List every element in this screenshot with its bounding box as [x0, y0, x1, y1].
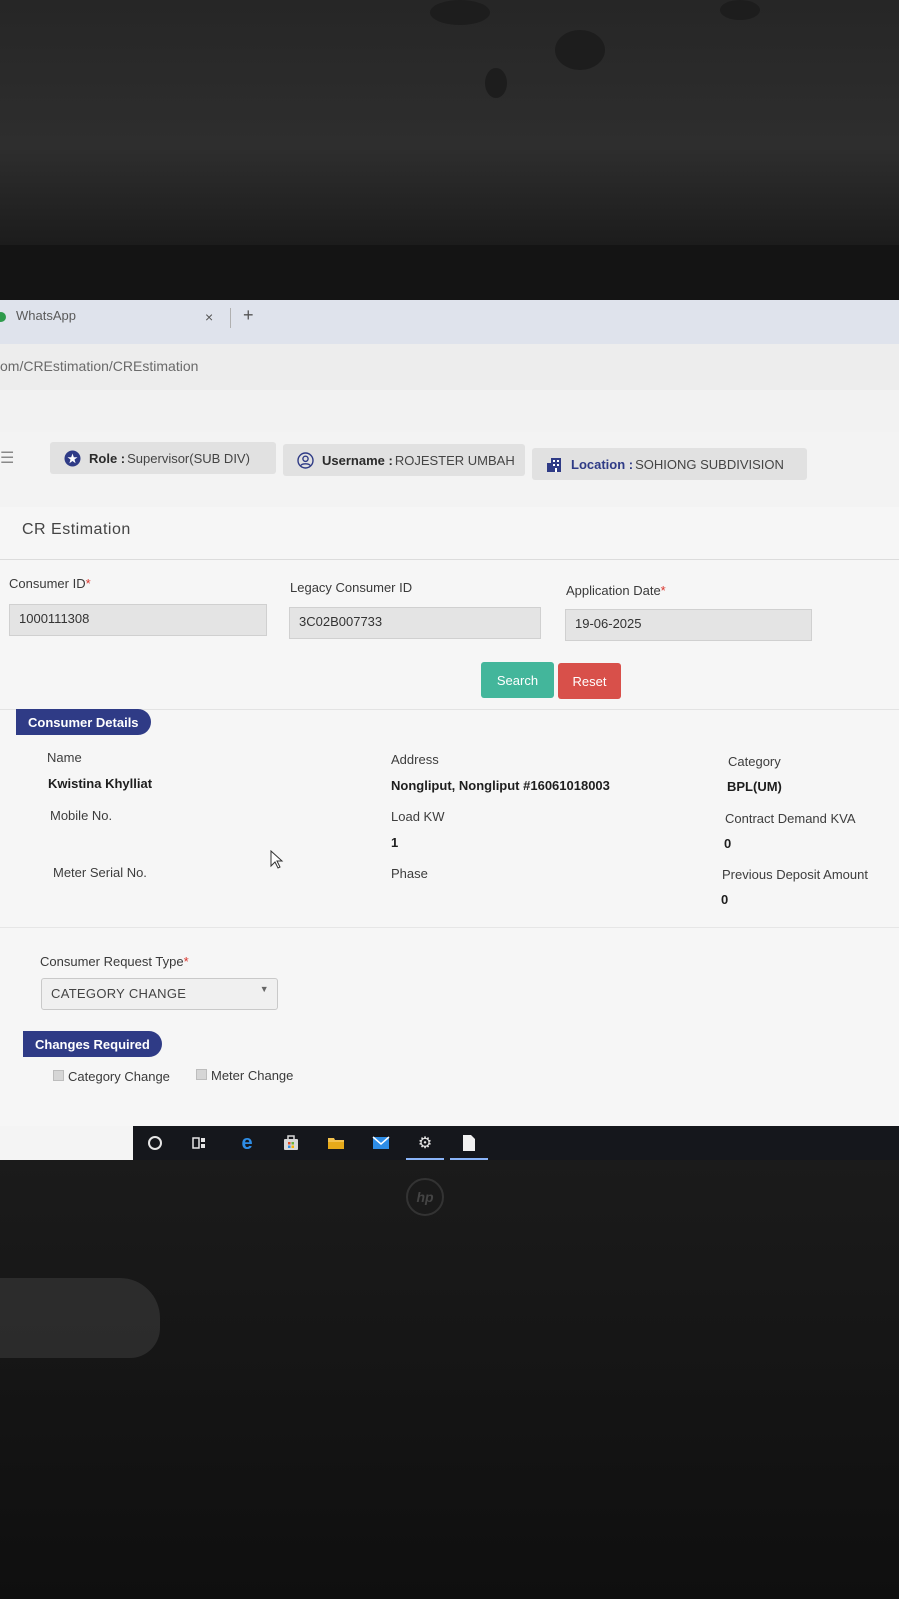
address-label: Address	[391, 752, 439, 767]
category-change-checkbox[interactable]	[53, 1070, 64, 1081]
new-tab-icon[interactable]: +	[243, 305, 254, 326]
consumer-details-heading: Consumer Details	[16, 709, 151, 735]
taskbar: e ⚙	[0, 1126, 899, 1160]
divider	[0, 559, 899, 560]
location-chip: Location : SOHIONG SUBDIVISION	[532, 448, 807, 480]
edge-browser-icon[interactable]: e	[234, 1130, 260, 1156]
consumer-id-label-text: Consumer ID	[9, 576, 86, 591]
request-type-value: CATEGORY CHANGE	[51, 986, 187, 1001]
monitor-bezel-top	[0, 245, 899, 300]
location-label: Location :	[571, 456, 634, 472]
meter-serial-label: Meter Serial No.	[53, 865, 147, 880]
whatsapp-icon	[0, 312, 6, 322]
username-label: Username :	[322, 452, 393, 468]
category-label: Category	[728, 754, 781, 769]
role-value: Supervisor(SUB DIV)	[127, 450, 250, 466]
load-kw-value: 1	[391, 835, 399, 850]
address-value: Nongliput, Nongliput #16061018003	[391, 778, 610, 793]
monitor-screen: WhatsApp × + om/CREstimation/CREstimatio…	[0, 300, 899, 1185]
name-label: Name	[47, 750, 82, 765]
page-title: CR Estimation	[22, 521, 131, 538]
address-bar[interactable]: om/CREstimation/CREstimation	[0, 344, 899, 390]
previous-deposit-value: 0	[721, 892, 729, 907]
name-value: Kwistina Khylliat	[48, 776, 153, 791]
cortana-icon[interactable]	[142, 1130, 168, 1156]
phase-label: Phase	[391, 866, 428, 881]
username-value: ROJESTER UMBAH	[394, 452, 515, 468]
request-type-label: Consumer Request Type*	[40, 954, 189, 969]
category-value: BPL(UM)	[727, 779, 782, 794]
task-view-icon[interactable]	[186, 1130, 212, 1156]
cr-estimation-panel: CR Estimation Consumer ID* 1000111308 Le…	[0, 507, 899, 1185]
menu-icon[interactable]: ☰	[0, 448, 14, 468]
building-icon	[546, 456, 563, 473]
mail-icon[interactable]	[368, 1130, 394, 1156]
consumer-id-label: Consumer ID*	[9, 576, 91, 591]
request-type-select[interactable]: CATEGORY CHANGE ▼	[41, 978, 278, 1010]
user-info-bar: ☰ Role : Supervisor(SUB DIV) Username : …	[0, 432, 899, 507]
required-mark: *	[660, 583, 666, 598]
load-kw-label: Load KW	[391, 809, 445, 824]
meter-change-checkbox[interactable]	[196, 1069, 207, 1080]
hp-logo-text: hp	[416, 1189, 434, 1205]
location-value: SOHIONG SUBDIVISION	[635, 456, 784, 472]
app-top-strip	[0, 390, 899, 433]
changes-required-heading: Changes Required	[23, 1031, 162, 1057]
search-button[interactable]: Search	[481, 662, 554, 698]
taskbar-search-area[interactable]	[0, 1126, 133, 1160]
role-badge-icon	[64, 450, 81, 467]
previous-deposit-label: Previous Deposit Amount	[722, 867, 868, 882]
legacy-consumer-id-input[interactable]: 3C02B007733	[289, 607, 541, 639]
required-mark: *	[85, 576, 91, 591]
mobile-label: Mobile No.	[50, 808, 113, 823]
required-mark: *	[183, 954, 189, 969]
cloth-object	[0, 1278, 160, 1358]
tab-close-icon[interactable]: ×	[205, 309, 213, 325]
tab-title: WhatsApp	[16, 308, 76, 323]
mouse-cursor-icon	[270, 850, 284, 869]
settings-gear-icon[interactable]: ⚙	[406, 1130, 444, 1160]
request-type-label-text: Consumer Request Type	[40, 954, 184, 969]
application-date-label: Application Date*	[566, 583, 666, 598]
meter-change-label: Meter Change	[211, 1068, 294, 1083]
background-wall	[0, 0, 899, 245]
url-text: om/CREstimation/CREstimation	[0, 358, 199, 374]
divider	[0, 927, 899, 928]
chevron-down-icon: ▼	[259, 984, 269, 994]
file-explorer-icon[interactable]	[323, 1130, 349, 1156]
application-date-label-text: Application Date	[566, 583, 661, 598]
monitor-bezel-bottom	[0, 1160, 899, 1599]
consumer-id-input[interactable]: 1000111308	[9, 604, 267, 636]
tab-whatsapp[interactable]: WhatsApp ×	[0, 304, 230, 344]
contract-demand-value: 0	[724, 836, 732, 851]
username-chip: Username : ROJESTER UMBAH	[283, 444, 525, 476]
role-chip: Role : Supervisor(SUB DIV)	[50, 442, 276, 474]
tab-separator	[230, 308, 231, 328]
hp-logo: hp	[406, 1178, 444, 1216]
application-date-input[interactable]: 19-06-2025	[565, 609, 812, 641]
category-change-label: Category Change	[68, 1069, 170, 1084]
contract-demand-label: Contract Demand KVA	[725, 811, 856, 826]
store-icon[interactable]	[278, 1130, 304, 1156]
document-icon[interactable]	[450, 1130, 488, 1160]
browser-tab-strip: WhatsApp × +	[0, 300, 899, 344]
reset-button[interactable]: Reset	[558, 663, 621, 699]
user-circle-icon	[297, 451, 314, 469]
role-label: Role :	[89, 450, 126, 466]
legacy-consumer-id-label: Legacy Consumer ID	[290, 580, 413, 595]
